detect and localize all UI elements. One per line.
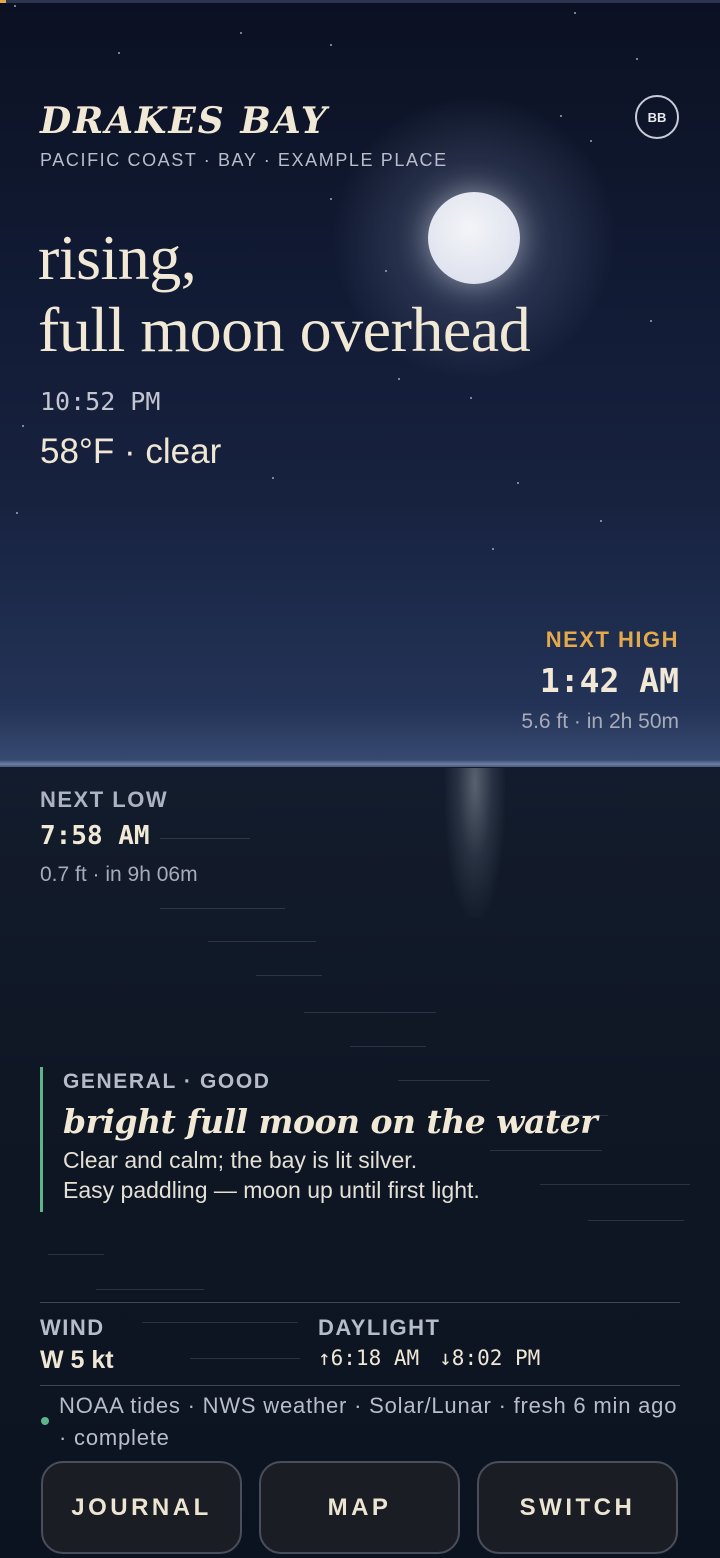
- top-progress-indicator: [0, 0, 6, 3]
- headline-line-1: rising,: [38, 222, 197, 293]
- headline-line-2: full moon overhead: [38, 294, 531, 365]
- star: [16, 512, 18, 514]
- wind-label: WIND: [40, 1315, 105, 1340]
- wave-line: [96, 1289, 204, 1290]
- daylight-times: ↑6:18 AM ↓8:02 PM: [318, 1346, 540, 1370]
- next-high-label: NEXT HIGH: [545, 627, 679, 652]
- star: [492, 548, 494, 550]
- divider: [40, 1385, 680, 1386]
- next-low-time: 7:58 AM: [40, 821, 150, 851]
- star: [590, 140, 592, 142]
- star: [560, 115, 562, 117]
- moon-reflection: [445, 768, 505, 918]
- star: [517, 482, 519, 484]
- wave-line: [256, 975, 322, 976]
- data-sources-status: NOAA tides · NWS weather · Solar/Lunar ·…: [59, 1393, 678, 1450]
- wave-line: [588, 1220, 684, 1221]
- switch-button[interactable]: SWITCH: [477, 1461, 678, 1554]
- wind-value: W 5 kt: [40, 1346, 114, 1374]
- wave-line: [208, 941, 316, 942]
- journal-button[interactable]: JOURNAL: [41, 1461, 242, 1554]
- sunset-time: ↓8:02 PM: [439, 1346, 541, 1370]
- conditions-tag: GENERAL · GOOD: [63, 1070, 271, 1093]
- star: [650, 320, 652, 322]
- location-subtitle: PACIFIC COAST · BAY · EXAMPLE PLACE: [40, 150, 448, 170]
- moon-headline: rising, full moon overhead: [38, 222, 531, 366]
- conditions-title: bright full moon on the water: [63, 1102, 598, 1141]
- conditions-line-2: Easy paddling — moon up until first ligh…: [63, 1177, 480, 1203]
- avatar[interactable]: BB: [635, 95, 679, 139]
- wave-line: [304, 1012, 436, 1013]
- star: [118, 52, 120, 54]
- star: [398, 378, 400, 380]
- wave-line: [142, 1322, 298, 1323]
- divider: [40, 1302, 680, 1303]
- wave-line: [160, 908, 285, 909]
- star: [330, 44, 332, 46]
- status-dot-icon: [41, 1417, 49, 1425]
- star: [470, 397, 472, 399]
- star: [22, 425, 24, 427]
- daylight-label: DAYLIGHT: [318, 1315, 441, 1340]
- star: [14, 5, 16, 7]
- conditions-card: GENERAL · GOOD bright full moon on the w…: [40, 1067, 683, 1212]
- wave-line: [350, 1046, 426, 1047]
- next-high-tide: NEXT HIGH 1:42 AM 5.6 ft · in 2h 50m: [521, 627, 679, 734]
- star: [240, 32, 242, 34]
- star: [636, 58, 638, 60]
- sunrise-time: ↑6:18 AM: [318, 1346, 420, 1370]
- next-high-time: 1:42 AM: [539, 661, 679, 700]
- location-title: DRAKES BAY: [40, 100, 329, 142]
- top-progress-track: [0, 0, 720, 3]
- map-button[interactable]: MAP: [259, 1461, 460, 1554]
- star: [330, 198, 332, 200]
- next-low-tide: NEXT LOW 7:58 AM 0.7 ft · in 9h 06m: [40, 787, 198, 887]
- star: [574, 12, 576, 14]
- current-time: 10:52 PM: [40, 387, 161, 416]
- star: [600, 520, 602, 522]
- star: [272, 477, 274, 479]
- next-high-detail: 5.6 ft · in 2h 50m: [521, 710, 679, 733]
- wave-line: [48, 1254, 104, 1255]
- next-low-label: NEXT LOW: [40, 787, 169, 812]
- conditions-line-1: Clear and calm; the bay is lit silver.: [63, 1147, 418, 1173]
- next-low-detail: 0.7 ft · in 9h 06m: [40, 863, 198, 886]
- current-weather: 58°F · clear: [40, 432, 222, 471]
- wave-line: [190, 1358, 300, 1359]
